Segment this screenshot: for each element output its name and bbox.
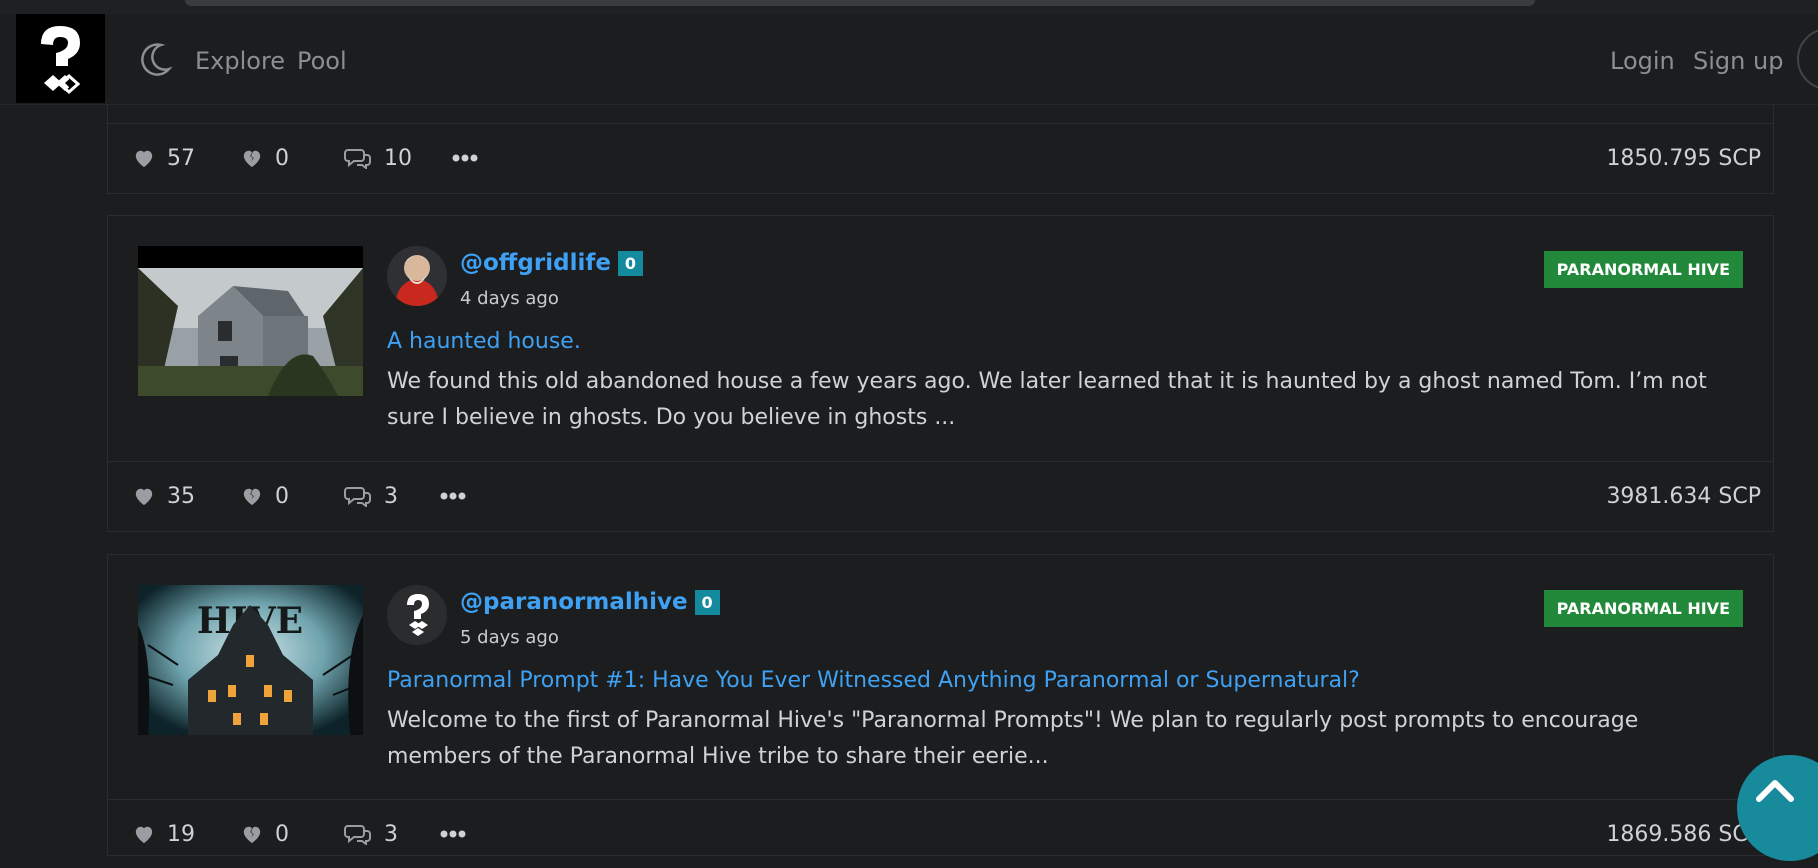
heart-icon bbox=[135, 826, 153, 844]
community-badge[interactable]: PARANORMAL HIVE bbox=[1543, 251, 1743, 288]
broken-heart-icon bbox=[243, 150, 261, 168]
author-link[interactable]: @paranormalhive bbox=[460, 589, 688, 615]
reputation-badge: 0 bbox=[694, 589, 720, 615]
signup-link[interactable]: Sign up bbox=[1693, 47, 1783, 75]
post-card-2: @offgridlife 0 4 days ago PARANORMAL HIV… bbox=[107, 215, 1774, 532]
post-footer: 19 0 3 1869.586 SCP bbox=[108, 800, 1773, 868]
post-title[interactable]: Paranormal Prompt #1: Have You Ever Witn… bbox=[387, 668, 1360, 693]
comments-button[interactable]: 3 bbox=[344, 800, 398, 868]
post-card-1: 57 0 10 1850.795 SCP bbox=[107, 90, 1774, 194]
site-logo[interactable] bbox=[16, 14, 105, 103]
nav-pool-link[interactable]: Pool bbox=[297, 47, 347, 75]
comments-button[interactable]: 10 bbox=[344, 124, 412, 192]
likes-count: 57 bbox=[167, 145, 195, 171]
likes-count: 35 bbox=[167, 483, 195, 509]
top-navbar: Explore Pool Login Sign up bbox=[0, 14, 1818, 105]
dislike-button[interactable]: 0 bbox=[241, 462, 289, 530]
post-thumbnail[interactable]: HIVE bbox=[138, 585, 363, 735]
post-timestamp[interactable]: 4 days ago bbox=[460, 288, 559, 309]
likes-count: 19 bbox=[167, 821, 195, 847]
comment-icon bbox=[344, 149, 371, 169]
dislikes-count: 0 bbox=[275, 821, 289, 847]
post-thumbnail[interactable] bbox=[138, 246, 363, 396]
question-mark-logo-icon bbox=[41, 26, 81, 95]
comment-icon bbox=[344, 487, 371, 507]
login-link[interactable]: Login bbox=[1610, 47, 1675, 75]
more-options-button[interactable] bbox=[440, 800, 478, 868]
haunted-house-image bbox=[138, 246, 363, 396]
payout-value: 3981.634 SCP bbox=[1606, 483, 1761, 509]
reputation-badge: 0 bbox=[617, 250, 643, 276]
user-menu-button[interactable] bbox=[1797, 28, 1818, 90]
ellipsis-icon bbox=[440, 830, 466, 838]
post-excerpt[interactable]: We found this old abandoned house a few … bbox=[387, 364, 1747, 436]
community-badge[interactable]: PARANORMAL HIVE bbox=[1543, 590, 1743, 627]
broken-heart-icon bbox=[243, 826, 261, 844]
post-excerpt[interactable]: Welcome to the first of Paranormal Hive'… bbox=[387, 703, 1747, 775]
hive-haunted-house-image: HIVE bbox=[138, 585, 363, 735]
author-link[interactable]: @offgridlife bbox=[460, 250, 611, 276]
nav-explore-link[interactable]: Explore bbox=[195, 47, 285, 75]
dislikes-count: 0 bbox=[275, 145, 289, 171]
theme-toggle-button[interactable] bbox=[141, 41, 173, 77]
post-title[interactable]: A haunted house. bbox=[387, 329, 581, 354]
comments-count: 3 bbox=[384, 483, 398, 509]
comments-button[interactable]: 3 bbox=[344, 462, 398, 530]
author-line: @offgridlife 0 bbox=[460, 250, 643, 276]
avatar[interactable] bbox=[387, 246, 447, 306]
scrollbar-thumb[interactable] bbox=[185, 0, 1535, 6]
like-button[interactable]: 19 bbox=[133, 800, 195, 868]
moon-icon bbox=[141, 43, 173, 76]
more-options-button[interactable] bbox=[452, 124, 490, 192]
browser-scrollbar[interactable] bbox=[0, 0, 1818, 14]
ellipsis-icon bbox=[440, 492, 466, 500]
like-button[interactable]: 35 bbox=[133, 462, 195, 530]
more-options-button[interactable] bbox=[440, 462, 478, 530]
comment-icon bbox=[344, 825, 371, 845]
post-card-3: HIVE @paranormalhive 0 5 days ago PARANO… bbox=[107, 554, 1774, 856]
post-footer: 35 0 3 3981.634 SCP bbox=[108, 462, 1773, 530]
dislikes-count: 0 bbox=[275, 483, 289, 509]
dislike-button[interactable]: 0 bbox=[241, 124, 289, 192]
dislike-button[interactable]: 0 bbox=[241, 800, 289, 868]
ellipsis-icon bbox=[452, 154, 478, 162]
comments-count: 3 bbox=[384, 821, 398, 847]
like-button[interactable]: 57 bbox=[133, 124, 195, 192]
payout-value: 1850.795 SCP bbox=[1606, 145, 1761, 171]
author-line: @paranormalhive 0 bbox=[460, 589, 720, 615]
paranormalhive-avatar-image bbox=[387, 585, 447, 645]
chevron-up-icon bbox=[1756, 780, 1794, 802]
avatar[interactable] bbox=[387, 585, 447, 645]
broken-heart-icon bbox=[243, 488, 261, 506]
user-avatar-image bbox=[387, 246, 447, 306]
heart-icon bbox=[135, 488, 153, 506]
comments-count: 10 bbox=[384, 145, 412, 171]
heart-icon bbox=[135, 150, 153, 168]
post-footer: 57 0 10 1850.795 SCP bbox=[108, 124, 1773, 192]
post-timestamp[interactable]: 5 days ago bbox=[460, 627, 559, 648]
